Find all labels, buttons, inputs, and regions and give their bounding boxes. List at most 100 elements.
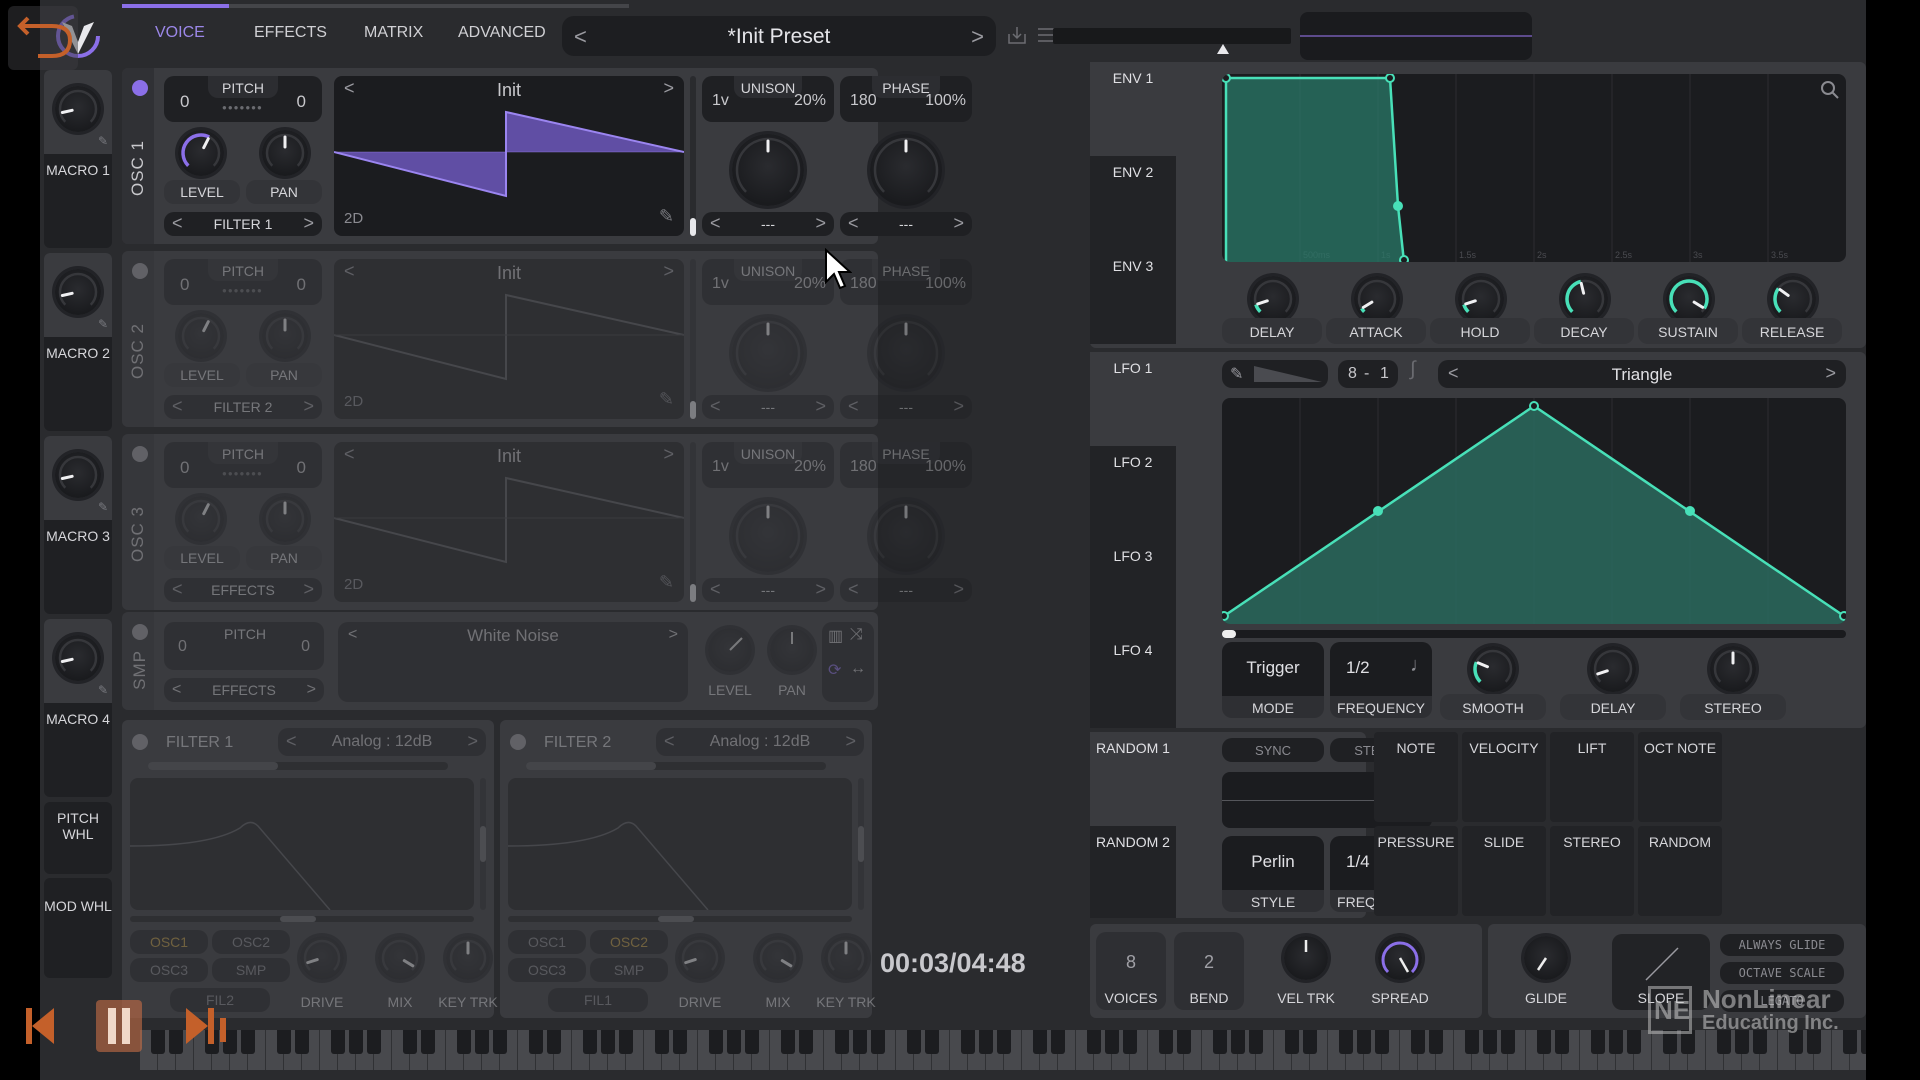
lfo-graph[interactable] [1222,398,1846,624]
piano-black-key[interactable] [1627,1030,1641,1054]
spectral-next[interactable]: > [815,579,826,600]
lfo-mode[interactable]: Trigger MODE [1222,642,1324,718]
env-tab-1[interactable]: ENV 1 [1090,62,1176,156]
mod-source-slide[interactable]: SLIDE [1462,826,1546,916]
osc-1-spectral-2[interactable]: < --- > [840,212,972,236]
vel-trk-knob[interactable] [1284,936,1328,980]
lfo-paint-tool[interactable]: ✎ [1222,360,1328,388]
env-delay-knob[interactable] [1250,276,1296,322]
tempo-sync-note-icon[interactable]: ♩ [1410,654,1430,677]
osc-2-unison-detune[interactable]: 20% [794,275,826,293]
osc-2-destination[interactable]: < FILTER 2 > [164,395,322,419]
osc-2-unison-knob[interactable] [732,317,804,389]
piano-black-key[interactable] [1483,1030,1497,1054]
osc-2-pan-knob[interactable] [262,313,308,359]
piano-black-key[interactable] [295,1030,309,1054]
lfo-smooth-knob[interactable] [1470,646,1516,692]
piano-black-key[interactable] [655,1030,669,1054]
glide-knob[interactable] [1524,936,1568,980]
osc-3-unison[interactable]: UNISON 1v 20% [702,442,834,488]
osc-2-enable-toggle[interactable] [132,263,148,279]
piano-black-key[interactable] [493,1030,507,1054]
piano-black-key[interactable] [709,1030,723,1054]
piano-keyboard[interactable] [140,1030,1866,1070]
piano-black-key[interactable] [853,1030,867,1054]
filter-2-drive-knob[interactable] [678,936,722,980]
env-point-handle[interactable] [1385,74,1395,83]
lfo-frequency[interactable]: 1/2 ♩ FREQUENCY [1330,642,1432,718]
lfo-tab-3[interactable]: LFO 3 [1090,540,1176,634]
piano-black-key[interactable] [1123,1030,1137,1054]
filter-1-mix-knob[interactable] [378,936,422,980]
piano-black-key[interactable] [1033,1030,1047,1054]
env-hold-knob[interactable] [1458,276,1504,322]
osc-2-pitch[interactable]: PITCH 0 0 ●●●●●●● [164,259,322,305]
spread-knob[interactable] [1378,936,1422,980]
piano-black-key[interactable] [331,1030,345,1054]
osc-1-dest-next[interactable]: > [303,213,314,234]
spectral-next[interactable]: > [953,579,964,600]
edit-pencil-icon[interactable]: ✎ [98,317,108,331]
osc-3-unison-knob[interactable] [732,500,804,572]
sample-pitch-box[interactable]: PITCH 0 0 [164,622,324,670]
lfo-tab-1[interactable]: LFO 1 [1090,352,1176,446]
sample-destination[interactable]: < EFFECTS > [164,678,324,702]
envelope-graph[interactable]: 500ms1s1.5s2s2.5s3s3.5s [1222,74,1846,262]
piano-black-key[interactable] [1231,1030,1245,1054]
osc-3-enable-toggle[interactable] [132,446,148,462]
osc-2-pitch-semitone[interactable]: 0 [297,275,306,295]
piano-black-key[interactable] [835,1030,849,1054]
piano-black-key[interactable] [421,1030,435,1054]
osc-3-wavetable[interactable]: < Init > 2D ✎ [334,442,684,602]
piano-black-key[interactable] [1051,1030,1065,1054]
piano-black-key[interactable] [979,1030,993,1054]
env-attack-knob[interactable] [1354,276,1400,322]
filter-2-cutoff-slider[interactable] [508,916,852,922]
osc-3-unison-voices[interactable]: 1v [712,458,729,476]
edit-pencil-icon[interactable]: ✎ [98,683,108,697]
env-tab-3[interactable]: ENV 3 [1090,250,1176,344]
sample-level-knob[interactable] [708,628,752,672]
piano-black-key[interactable] [1375,1030,1389,1054]
piano-black-key[interactable] [475,1030,489,1054]
piano-black-key[interactable] [1555,1030,1569,1054]
piano-black-key[interactable] [961,1030,975,1054]
piano-black-key[interactable] [673,1030,687,1054]
osc-2-phase-value[interactable]: 180 [850,275,877,293]
master-volume-meter[interactable] [1053,28,1291,44]
piano-black-key[interactable] [1591,1030,1605,1054]
sample-selector[interactable]: < White Noise > [338,622,688,702]
macro-4-knob[interactable] [55,635,101,681]
filter-2-model[interactable]: < Analog : 12dB > [656,728,864,756]
spectral-next[interactable]: > [953,396,964,417]
osc-2-frame-slider[interactable] [690,259,696,419]
next-button[interactable] [186,1004,226,1048]
zoom-icon[interactable] [1820,80,1840,100]
piano-black-key[interactable] [1303,1030,1317,1054]
piano-black-key[interactable] [457,1030,471,1054]
osc-3-phase[interactable]: PHASE 180 100% [840,442,972,488]
osc-3-level-knob[interactable] [178,496,224,542]
macro-2-knob[interactable] [55,269,101,315]
osc-2-unison-voices[interactable]: 1v [712,275,729,293]
osc-2-pitch-octave[interactable]: 0 [180,275,189,295]
osc-2-phase-knob[interactable] [870,317,942,389]
piano-black-key[interactable] [349,1030,363,1054]
osc-2-unison[interactable]: UNISON 1v 20% [702,259,834,305]
piano-black-key[interactable] [1249,1030,1263,1054]
filter-2-route[interactable]: FIL1 [548,988,648,1012]
filter-2-mix-knob[interactable] [756,936,800,980]
piano-black-key[interactable] [1177,1030,1191,1054]
lfo-grid-size[interactable]: 8 - 1 [1338,360,1398,388]
osc-1-pitch[interactable]: PITCH 0 0 ●●●●●●● [164,76,322,122]
piano-black-key[interactable] [1213,1030,1227,1054]
spectral-next[interactable]: > [953,213,964,234]
osc-1-phase-knob[interactable] [870,134,942,206]
osc-3-unison-detune[interactable]: 20% [794,458,826,476]
osc-3-dest-next[interactable]: > [303,579,314,600]
pitch-wheel[interactable]: PITCH WHL [44,802,112,874]
osc-2-wavetable[interactable]: < Init > 2D ✎ [334,259,684,419]
lfo-phase-slider[interactable] [1222,630,1846,638]
filter-1-resonance-slider[interactable] [480,778,486,910]
osc-1-unison-knob[interactable] [732,134,804,206]
